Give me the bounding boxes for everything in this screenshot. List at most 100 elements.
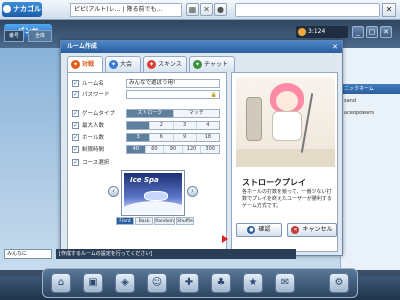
- order-front[interactable]: Front: [116, 217, 135, 225]
- minimize-button[interactable]: _: [352, 26, 364, 38]
- user-list-item[interactable]: sand: [344, 98, 356, 104]
- lobby-icon[interactable]: ⌂: [51, 273, 71, 293]
- checkbox[interactable]: ✓: [72, 146, 79, 153]
- time-option[interactable]: 120: [182, 146, 202, 153]
- course-thumbnail[interactable]: Ice Spa: [122, 171, 184, 215]
- max-players-selector: 2 3 4: [126, 121, 220, 130]
- holes-option[interactable]: 6: [150, 134, 174, 141]
- gametype-row: ✓ ゲームタイプ ストローク マッチ: [72, 109, 224, 119]
- max-players-row: ✓ 最大人数 2 3 4: [72, 121, 224, 131]
- time-option[interactable]: 40: [127, 146, 146, 153]
- time-option[interactable]: 90: [164, 146, 183, 153]
- holes-option[interactable]: 9: [173, 134, 197, 141]
- checkbox[interactable]: ✓: [72, 91, 79, 98]
- order-back[interactable]: Back: [135, 217, 154, 225]
- coin-icon: [298, 28, 306, 36]
- shop-icon[interactable]: ▣: [83, 273, 103, 293]
- mode-title: ストロークプレイ: [242, 178, 306, 187]
- time-limit-label: 制限時間: [82, 147, 105, 153]
- skins-icon: ✦: [147, 60, 156, 69]
- ranking-icon[interactable]: ★: [243, 273, 263, 293]
- tab-number[interactable]: 番号: [4, 30, 24, 42]
- room-settings-form: ✓ ルーム名 みんなで遊ぼう用! ✓ パスワード 🔒 ✓ ゲームタイプ ストロー…: [67, 72, 227, 252]
- character-body-shape: [272, 111, 302, 141]
- tab-label: 対戦: [82, 61, 95, 68]
- chat-target-input[interactable]: みんなに: [4, 249, 52, 259]
- checkbox[interactable]: ✓: [72, 110, 79, 117]
- character-face-shape: [276, 91, 298, 111]
- close-icon[interactable]: ✕: [331, 43, 339, 51]
- holes-option[interactable]: 18: [196, 134, 219, 141]
- lock-icon: 🔒: [210, 92, 217, 98]
- top-search-input[interactable]: [235, 3, 380, 17]
- max-option[interactable]: 3: [173, 122, 197, 129]
- max-option[interactable]: 2: [150, 122, 174, 129]
- course-snow-image: [124, 201, 182, 213]
- points-value: 3:124: [308, 28, 326, 35]
- caddie-icon[interactable]: ♣: [211, 273, 231, 293]
- course-selector: ‹ Ice Spa › Front Back Random Shuffle: [108, 171, 198, 227]
- holes-selector: 3 6 9 18: [126, 133, 220, 142]
- gametype-stroke[interactable]: ストローク: [127, 110, 174, 117]
- password-row: ✓ パスワード 🔒: [72, 90, 224, 100]
- close-icon[interactable]: ✕: [382, 3, 396, 17]
- course-name: Ice Spa: [130, 176, 159, 184]
- arrow-right-icon: [222, 235, 228, 243]
- close-icon[interactable]: ✕: [200, 3, 213, 16]
- app-logo: ナカゴルフ: [2, 2, 42, 28]
- tab-label: チャット: [204, 61, 228, 68]
- order-shuffle[interactable]: Shuffle: [175, 217, 195, 225]
- top-bar: ナカゴルフ ピピ(アルト)レ… | 降る前でも… ▦ ✕ ● ✕: [0, 0, 400, 28]
- prev-course-arrow-icon[interactable]: ‹: [108, 186, 119, 197]
- tab-skins[interactable]: ✦ スキンス: [143, 56, 187, 72]
- checkbox[interactable]: ✓: [72, 80, 79, 87]
- tab-chat[interactable]: ✦ チャット: [189, 56, 235, 72]
- settings-button[interactable]: □: [366, 26, 378, 38]
- max-option[interactable]: [127, 122, 151, 129]
- password-input[interactable]: 🔒: [126, 90, 220, 99]
- tab-label: スキンス: [158, 61, 182, 68]
- inventory-icon[interactable]: ◈: [115, 273, 135, 293]
- cancel-button[interactable]: ✕ キャンセル: [287, 223, 337, 237]
- options-icon[interactable]: ⚙: [329, 273, 349, 293]
- holes-row: ✓ ホール数 3 6 9 18: [72, 133, 224, 143]
- checkbox[interactable]: ✓: [72, 159, 79, 166]
- holes-option[interactable]: 3: [127, 134, 151, 141]
- room-name-input[interactable]: みんなで遊ぼう用!: [126, 79, 220, 88]
- character-illustration: [236, 77, 335, 167]
- holes-label: ホール数: [82, 135, 105, 141]
- course-row: ✓ コース選択: [72, 158, 224, 168]
- time-option[interactable]: 300: [201, 146, 219, 153]
- gametype-match[interactable]: マッチ: [173, 110, 219, 117]
- tab-tournament[interactable]: ✦ 大会: [105, 56, 141, 72]
- max-option[interactable]: 4: [196, 122, 219, 129]
- next-course-arrow-icon[interactable]: ›: [187, 186, 198, 197]
- items-icon[interactable]: ✚: [179, 273, 199, 293]
- film-icon[interactable]: ▦: [186, 3, 199, 16]
- confirm-label: 確認: [258, 226, 271, 233]
- confirm-button[interactable]: ● 確認: [236, 223, 282, 237]
- confirm-icon: ●: [247, 225, 256, 234]
- course-igloo-image: [144, 191, 168, 201]
- chat-icon: ✦: [193, 60, 202, 69]
- password-label: パスワード: [82, 92, 110, 98]
- time-option[interactable]: 60: [145, 146, 165, 153]
- user-list-panel: [340, 48, 400, 270]
- news-ticker[interactable]: ピピ(アルト)レ… | 降る前でも…: [70, 3, 182, 17]
- golf-bag-shape: [246, 97, 262, 141]
- checkbox[interactable]: ✓: [72, 134, 79, 141]
- close-button[interactable]: ✕: [380, 26, 392, 38]
- gametype-label: ゲームタイプ: [82, 111, 115, 117]
- max-players-label: 最大人数: [82, 123, 105, 129]
- user-list-item[interactable]: aceopowers: [344, 110, 374, 116]
- tab-all[interactable]: 全体: [28, 30, 52, 42]
- order-random[interactable]: Random: [154, 217, 175, 225]
- character-icon[interactable]: ☺: [147, 273, 167, 293]
- mail-icon[interactable]: ✉: [275, 273, 295, 293]
- ball-icon[interactable]: ●: [214, 3, 227, 16]
- course-label: コース選択: [82, 160, 110, 166]
- tournament-icon: ✦: [109, 60, 118, 69]
- checkbox[interactable]: ✓: [72, 122, 79, 129]
- ground-shape: [236, 149, 335, 167]
- tab-versus[interactable]: ✦ 対戦: [67, 56, 103, 72]
